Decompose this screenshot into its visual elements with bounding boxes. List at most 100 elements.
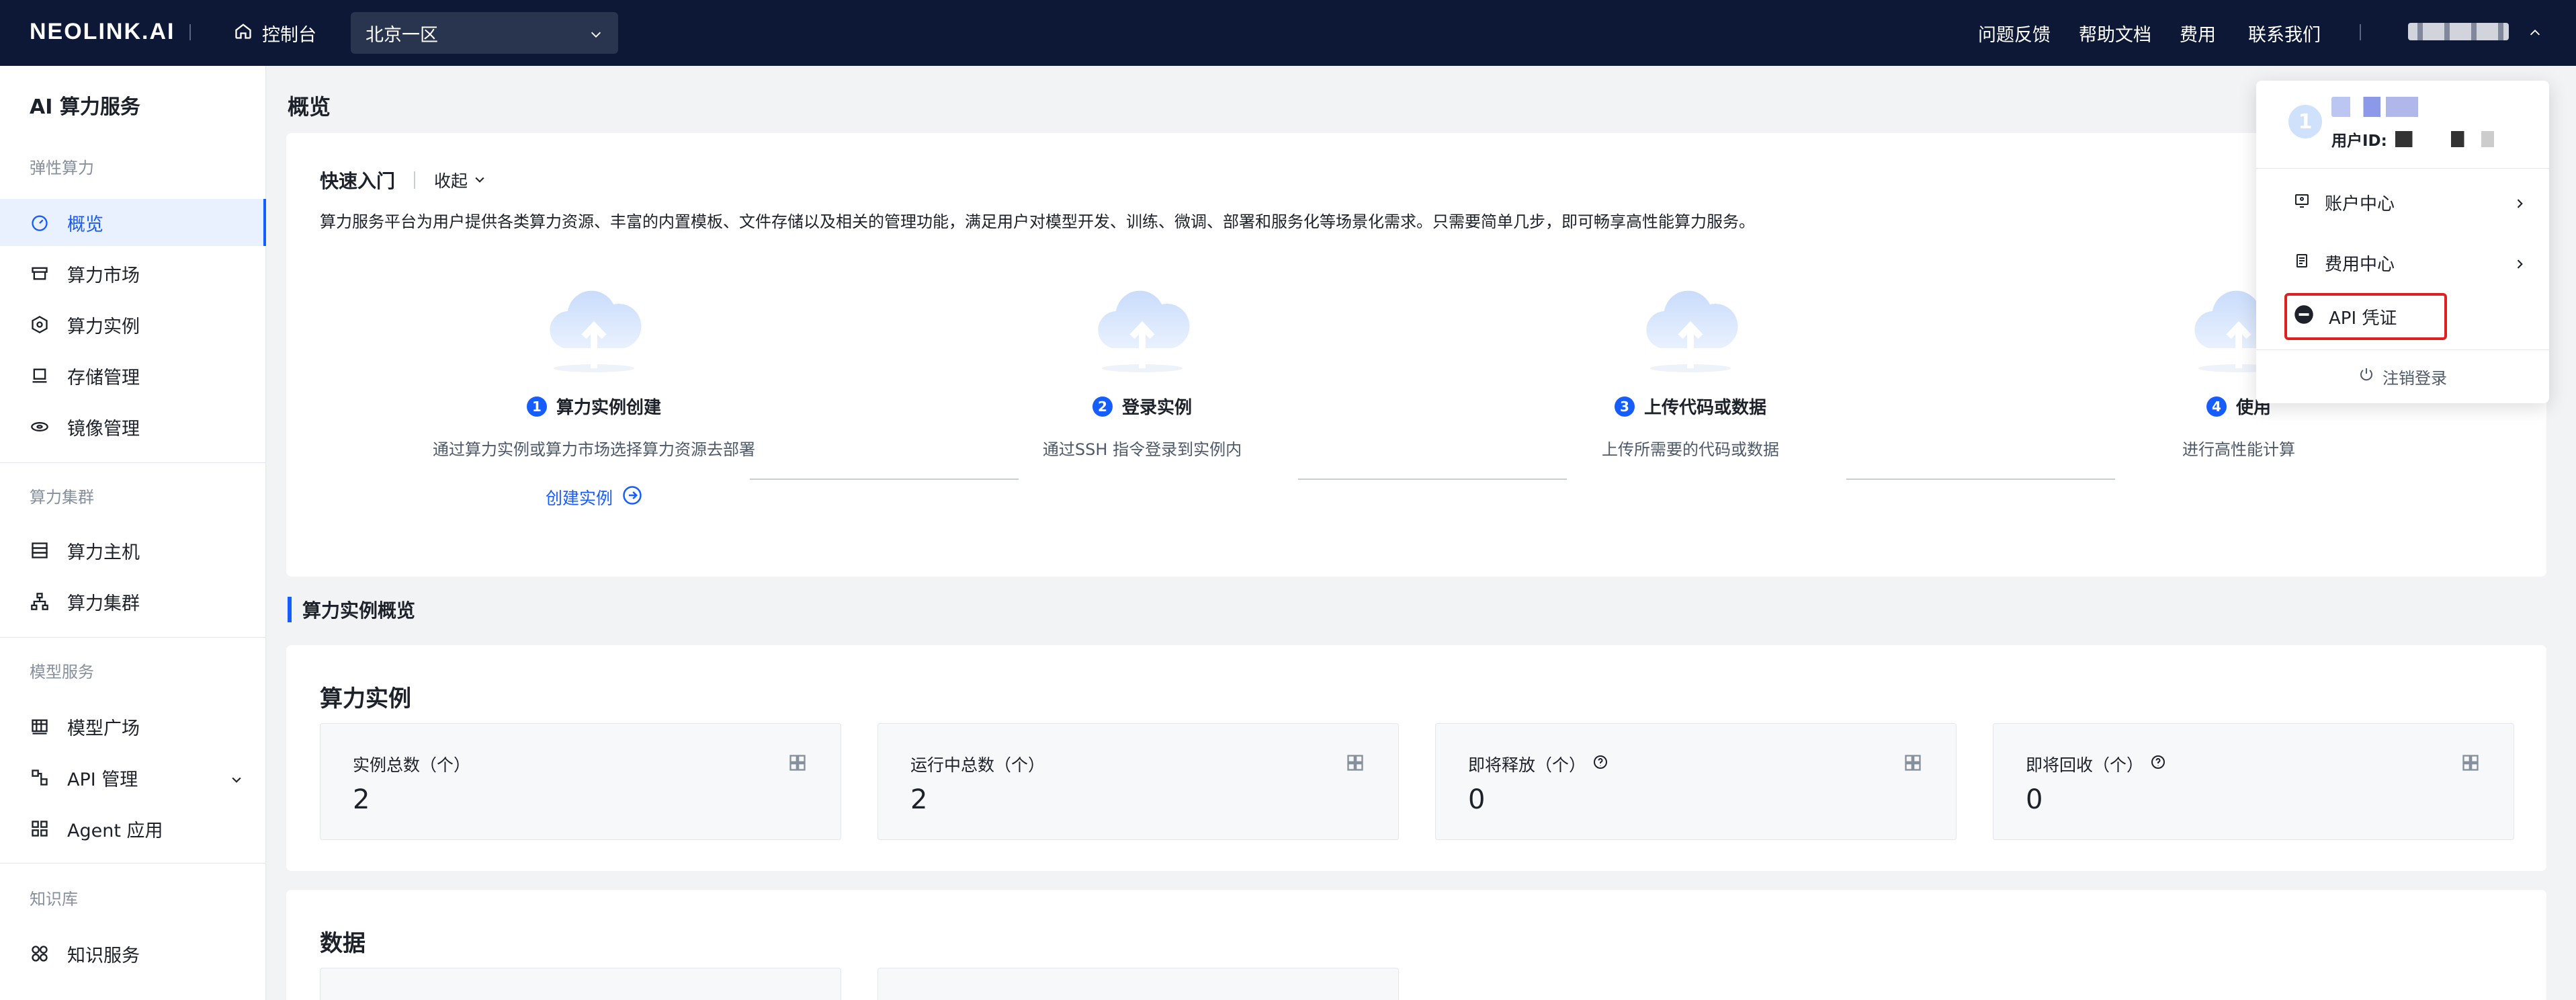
dashboard-icon [30,212,50,233]
step-description: 进行高性能计算 [2182,440,2295,459]
sidebar-item-label: API 管理 [67,769,138,790]
quickstart-card: 快速入门 收起 算力服务平台为用户提供各类算力资源、丰富的内置模板、文件存储以及… [286,133,2546,577]
quickstart-header: 快速入门 收起 [320,167,486,194]
sidebar-item-label: 镜像管理 [67,418,140,440]
sidebar-group-label: 知识库 [30,890,78,909]
sidebar-item-api-management[interactable]: API 管理 [0,754,266,801]
chevron-down-icon [589,26,603,46]
help-icon[interactable] [2150,754,2166,774]
cloud-upload-icon [1085,267,1199,382]
logout-label: 注销登录 [2382,368,2447,388]
cloud-upload-icon [1633,267,1748,382]
step-number: 2 [1092,396,1113,417]
api-icon [30,767,50,788]
sidebar-item-model-square[interactable]: 模型广场 [0,703,266,750]
arrow-right-circle-icon [622,485,642,509]
divider [2256,349,2549,350]
home-icon [234,22,253,45]
step-title: 3 上传代码或数据 [1489,394,1892,419]
menu-item-label: 费用中心 [2325,254,2395,275]
grid-icon [788,753,807,775]
grid-icon [30,716,50,737]
billing-center-item[interactable]: 费用中心 [2256,239,2549,286]
sidebar-item-overview[interactable]: 概览 [0,199,266,246]
step-description: 通过算力实例或算力市场选择算力资源去部署 [433,440,755,459]
chevron-up-icon[interactable] [2528,26,2542,43]
help-docs-link[interactable]: 帮助文档 [2079,20,2151,46]
divider [0,637,266,638]
billing-link[interactable]: 费用 [2180,20,2216,46]
link-label: 创建实例 [545,489,613,508]
card-title: 数据 [320,930,366,957]
stat-label-text: 实例总数（个） [353,755,471,775]
divider [0,462,266,463]
storage-icon [30,366,50,386]
step-number: 3 [1614,396,1635,417]
top-bar: NEOLINK.AI 控制台 北京一区 问题反馈 帮助文档 费用 联系我们 [0,0,2576,66]
stat-label-text: 即将回收（个） [2026,755,2144,775]
avatar: 1 [2288,105,2322,138]
divider [0,863,266,864]
chip-icon [30,315,50,335]
stat-label: 运行中总数（个） [910,752,1045,776]
sidebar-item-agent-apps[interactable]: Agent 应用 [0,805,266,852]
power-icon [2358,366,2374,386]
step-title-text: 登录实例 [1121,398,1192,418]
cloud-upload-icon [537,267,651,382]
user-name-redacted[interactable] [2408,23,2509,40]
logo[interactable]: NEOLINK.AI [30,19,175,45]
logout-button[interactable]: 注销登录 [2256,356,2549,397]
sidebar-item-market[interactable]: 算力市场 [0,250,266,297]
create-instance-link[interactable]: 创建实例 [392,485,796,509]
collapse-button[interactable]: 收起 [434,168,486,192]
sidebar-item-label: 概览 [67,214,103,235]
stat-value: 0 [1468,784,1486,815]
sidebar-item-instances[interactable]: 算力实例 [0,301,266,348]
apps-icon [30,819,50,839]
store-icon [30,263,50,284]
chevron-right-icon [2513,255,2526,276]
document-icon [2294,253,2310,274]
sidebar-item-knowledge[interactable]: 知识服务 [0,930,266,977]
instances-card: 算力实例 实例总数（个） 2 运行中总数（个） 2 即将释放（个） 0 即将回收… [286,645,2546,871]
chevron-down-icon [473,171,486,190]
highlight-box [2284,293,2447,340]
feedback-link[interactable]: 问题反馈 [1978,20,2051,46]
sidebar-group-label: 弹性算力 [30,159,94,177]
step-create-instance: 1 算力实例创建 通过算力实例或算力市场选择算力资源去部署 创建实例 [392,267,796,509]
sidebar-item-clusters[interactable]: 算力集群 [0,578,266,625]
contact-link[interactable]: 联系我们 [2248,20,2321,46]
console-link[interactable]: 控制台 [234,16,316,50]
user-id: 用户ID: [2331,128,2503,151]
account-center-item[interactable]: 账户中心 [2256,179,2549,226]
chevron-right-icon [2513,195,2526,215]
step-title-text: 上传代码或数据 [1643,398,1766,418]
step-number: 4 [2206,396,2227,417]
data-card: 数据 [286,890,2546,1000]
stat-releasing-instances: 即将释放（个） 0 [1435,723,1957,840]
sidebar-item-images[interactable]: 镜像管理 [0,403,266,450]
sidebar-group-label: 模型服务 [30,663,94,681]
stat-value: 2 [910,784,928,815]
stat-card [877,968,1399,1000]
help-icon[interactable] [1592,754,1608,774]
region-select[interactable]: 北京一区 [351,12,618,54]
sidebar-item-storage[interactable]: 存储管理 [0,352,266,399]
grid-icon [2461,753,2480,775]
sidebar-title: AI 算力服务 [30,95,140,119]
stat-label: 实例总数（个） [353,752,470,776]
knowledge-icon [30,944,50,964]
user-id-redacted [2395,131,2503,147]
sidebar-item-label: 算力市场 [67,265,140,286]
quickstart-description: 算力服务平台为用户提供各类算力资源、丰富的内置模板、文件存储以及相关的管理功能，… [320,212,1755,231]
user-id-label: 用户ID: [2331,132,2387,150]
console-label: 控制台 [262,24,316,46]
sidebar-item-label: 算力集群 [67,593,140,614]
divider [2360,24,2361,40]
sidebar-item-hosts[interactable]: 算力主机 [0,527,266,574]
sidebar-item-label: 模型广场 [67,718,140,739]
step-number: 1 [526,396,547,417]
stat-label-text: 运行中总数（个） [910,755,1045,775]
stat-reclaiming-instances: 即将回收（个） 0 [1993,723,2514,840]
menu-item-label: 账户中心 [2325,194,2395,214]
